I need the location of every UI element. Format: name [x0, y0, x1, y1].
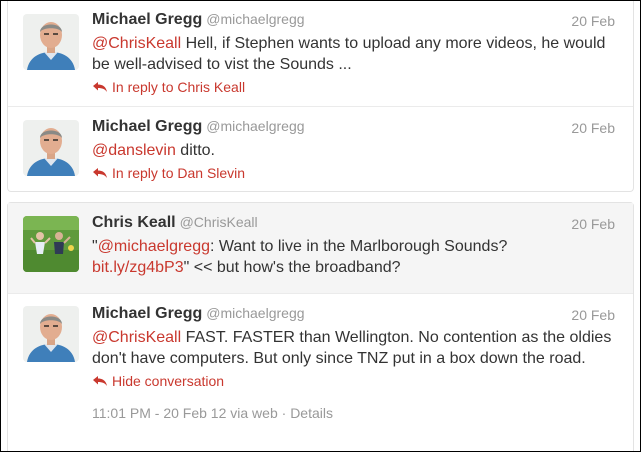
- tweet-time[interactable]: 20 Feb: [571, 13, 615, 29]
- reply-arrow-icon: [93, 82, 107, 92]
- tweet-time[interactable]: 20 Feb: [571, 216, 615, 232]
- tweet-header: Chris Keall @ChrisKeall 20 Feb: [92, 214, 615, 236]
- michael-gregg-avatar-image: [23, 14, 79, 70]
- conversation-ancestors: Michael Gregg @michaelgregg 20 Feb @Chris…: [7, 1, 634, 192]
- reply-arrow-icon: [93, 168, 107, 178]
- tweet-item[interactable]: Michael Gregg @michaelgregg 20 Feb @Chris…: [8, 293, 633, 451]
- hide-conversation-label[interactable]: Hide conversation: [112, 373, 224, 389]
- meta-separator: ·: [281, 405, 287, 421]
- tweet-item[interactable]: Michael Gregg @michaelgregg 20 Feb @dansl…: [8, 106, 633, 192]
- in-reply-to-label[interactable]: In reply to Chris Keall: [112, 79, 245, 95]
- mention-link[interactable]: @michaelgregg: [98, 238, 210, 255]
- avatar[interactable]: [23, 120, 79, 176]
- username[interactable]: @michaelgregg: [206, 305, 304, 321]
- tweet-text: "@michaelgregg: Want to live in the Marl…: [92, 236, 615, 278]
- username[interactable]: @ChrisKeall: [180, 214, 258, 230]
- mention-link[interactable]: @ChrisKeall: [92, 35, 181, 52]
- reply-arrow-icon: [93, 376, 107, 386]
- mention-link[interactable]: @ChrisKeall: [92, 329, 181, 346]
- tweet-text: @ChrisKeall FAST. FASTER than Wellington…: [92, 327, 615, 369]
- username[interactable]: @michaelgregg: [206, 118, 304, 134]
- fullname[interactable]: Michael Gregg: [92, 118, 202, 135]
- avatar[interactable]: [23, 306, 79, 362]
- details-link[interactable]: Details: [290, 405, 333, 421]
- url-link[interactable]: bit.ly/zg4bP3: [92, 259, 184, 276]
- tweet-content: Michael Gregg @michaelgregg 20 Feb @Chris…: [92, 11, 615, 96]
- tweet-timestamp[interactable]: 11:01 PM - 20 Feb 12 via web: [92, 405, 278, 421]
- username[interactable]: @michaelgregg: [206, 11, 304, 27]
- tweet-text-body: ditto.: [175, 142, 215, 159]
- tweet-item[interactable]: Michael Gregg @michaelgregg 20 Feb @Chris…: [8, 1, 633, 106]
- hide-conversation-link[interactable]: Hide conversation: [92, 372, 615, 390]
- tweet-time[interactable]: 20 Feb: [571, 120, 615, 136]
- tweet-content: Michael Gregg @michaelgregg 20 Feb @Chris…: [92, 305, 615, 421]
- tweet-header: Michael Gregg @michaelgregg 20 Feb: [92, 11, 615, 33]
- tweet-header: Michael Gregg @michaelgregg 20 Feb: [92, 118, 615, 140]
- tweet-header: Michael Gregg @michaelgregg 20 Feb: [92, 305, 615, 327]
- tweet-text: @danslevin ditto.: [92, 140, 615, 161]
- conversation-frame: Michael Gregg @michaelgregg 20 Feb @Chris…: [0, 0, 641, 452]
- fullname[interactable]: Michael Gregg: [92, 11, 202, 28]
- tweet-meta: 11:01 PM - 20 Feb 12 via web · Details: [92, 405, 615, 421]
- conversation-focus: Chris Keall @ChrisKeall 20 Feb "@michaelg…: [7, 202, 634, 451]
- tweet-text-body: : Want to live in the Marlborough Sounds…: [209, 238, 508, 255]
- tweet-content: Chris Keall @ChrisKeall 20 Feb "@michaelg…: [92, 214, 615, 278]
- mention-link[interactable]: @danslevin: [92, 142, 176, 159]
- avatar[interactable]: [23, 216, 79, 272]
- avatar[interactable]: [23, 14, 79, 70]
- michael-gregg-avatar-image: [23, 120, 79, 176]
- fullname[interactable]: Michael Gregg: [92, 305, 202, 322]
- fullname[interactable]: Chris Keall: [92, 214, 176, 231]
- tweet-time[interactable]: 20 Feb: [571, 307, 615, 323]
- tweet-text-tail: " << but how's the broadband?: [183, 259, 401, 276]
- in-reply-to-link[interactable]: In reply to Dan Slevin: [92, 164, 615, 182]
- tweet-item[interactable]: Chris Keall @ChrisKeall 20 Feb "@michaelg…: [8, 203, 633, 293]
- chris-keall-avatar-image: [23, 216, 79, 272]
- tweet-text: @ChrisKeall Hell, if Stephen wants to up…: [92, 33, 615, 75]
- in-reply-to-link[interactable]: In reply to Chris Keall: [92, 78, 615, 96]
- tweet-content: Michael Gregg @michaelgregg 20 Feb @dansl…: [92, 118, 615, 182]
- in-reply-to-label[interactable]: In reply to Dan Slevin: [112, 165, 245, 181]
- michael-gregg-avatar-image: [23, 306, 79, 362]
